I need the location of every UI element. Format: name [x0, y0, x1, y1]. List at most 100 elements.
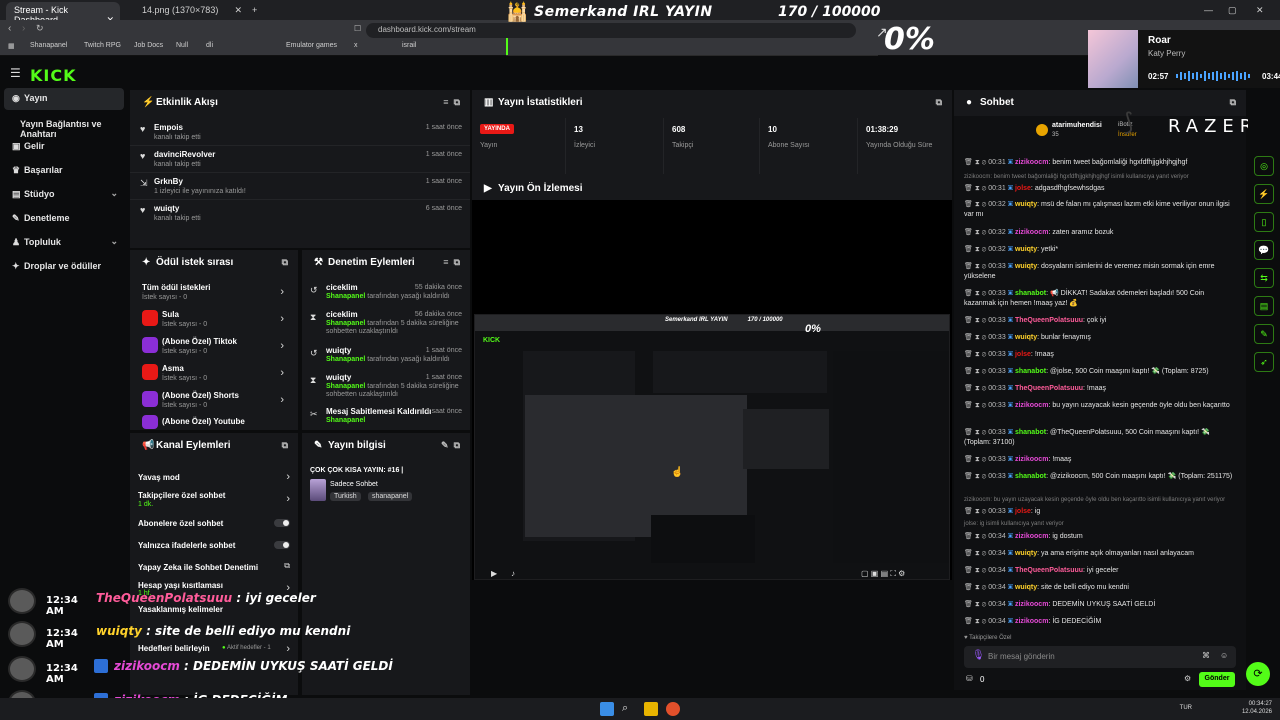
- mod-tools-icon[interactable]: 🗑 ⧗ ⊘: [964, 584, 988, 591]
- chat-message[interactable]: 🗑 ⧗ ⊘ 00:33 ▣ shanabot: 📢 DİKKAT! Sadaka…: [964, 289, 1234, 309]
- chat-message[interactable]: 🗑 ⧗ ⊘ 00:33 ▣ TheQueenPolatsuuu: çok iyi: [964, 316, 1234, 326]
- bookmark-item[interactable]: Shanapanel: [30, 42, 67, 49]
- chat-message[interactable]: 🗑 ⧗ ⊘ 00:34 ▣ zizikoocm: İG DEDECİĞİM: [964, 617, 1234, 627]
- mod-tools-icon[interactable]: 🗑 ⧗ ⊘: [964, 567, 988, 574]
- mod-tools-icon[interactable]: 🗑 ⧗ ⊘: [964, 533, 988, 540]
- browser-tab-kick[interactable]: Stream - Kick Dashboard✕: [6, 2, 120, 25]
- mod-tools-icon[interactable]: 🗑 ⧗ ⊘: [964, 201, 988, 208]
- mod-tools-icon[interactable]: 🗑 ⧗ ⊘: [964, 263, 988, 270]
- link-icon[interactable]: ⇆: [1254, 268, 1274, 288]
- popout-icon[interactable]: ⧉: [282, 440, 288, 451]
- sidebar-item-achievements[interactable]: ♛ Başarılar: [4, 160, 124, 182]
- chat-message[interactable]: 🗑 ⧗ ⊘ 00:33 ▣ shanabot: @zizikoocm, 500 …: [964, 472, 1234, 482]
- bookmark-icon[interactable]: ☐: [354, 24, 361, 33]
- mod-tools-icon[interactable]: 🗑 ⧗ ⊘: [964, 334, 988, 341]
- browser-tab-image[interactable]: 14.png (1370×783) ✕: [134, 2, 248, 20]
- apps-icon[interactable]: ▦: [8, 42, 15, 50]
- followers-only-row[interactable]: Takipçilere özel sohbet 1 dk. ›: [130, 489, 298, 513]
- bookmark-item[interactable]: x: [354, 42, 358, 49]
- emote-only-row[interactable]: Yalnızca ifadelerle sohbet: [130, 537, 298, 555]
- rocket-icon[interactable]: ➶: [1254, 352, 1274, 372]
- chat-username[interactable]: jolse: [1015, 508, 1031, 515]
- chat-username[interactable]: jolse: [1015, 351, 1031, 358]
- mod-tools-icon[interactable]: 🗑 ⧗ ⊘: [964, 601, 988, 608]
- chat-message[interactable]: 🗑 ⧗ ⊘ 00:33 ▣ shanabot: @TheQueenPolatsu…: [964, 428, 1234, 448]
- mod-tools-icon[interactable]: 🗑 ⧗ ⊘: [964, 317, 988, 324]
- bookmark-item[interactable]: israil: [402, 42, 416, 49]
- chat-message[interactable]: 🗑 ⧗ ⊘ 00:33 ▣ jolse: ig: [964, 507, 1234, 517]
- chat-username[interactable]: zizikoocm: [1015, 601, 1048, 608]
- player-controls[interactable]: ▢ ▣ ▤ ⛶ ⚙: [861, 569, 905, 579]
- filter-icon[interactable]: ≡: [443, 97, 448, 107]
- mod-tools-icon[interactable]: 🗑 ⧗ ⊘: [964, 402, 988, 409]
- viewer-list-icon[interactable]: ⛁: [966, 674, 973, 683]
- list-item[interactable]: (Abone Özel) Youtube: [130, 415, 298, 430]
- bookmark-item[interactable]: Twitch RPG: [84, 42, 121, 49]
- mod-tools-icon[interactable]: 🗑 ⧗ ⊘: [964, 159, 988, 166]
- reload-icon[interactable]: ↻: [36, 23, 44, 34]
- bookmark-item[interactable]: Null: [176, 42, 188, 49]
- window-close-icon[interactable]: ✕: [1248, 2, 1272, 20]
- popout-icon[interactable]: ⧉: [1230, 97, 1236, 108]
- chat-username[interactable]: jolse: [1015, 185, 1031, 192]
- emoji-icon[interactable]: ☺: [1220, 651, 1228, 660]
- microphone-icon[interactable]: 🎙: [972, 650, 985, 661]
- chat-username[interactable]: wuiqty: [1015, 550, 1037, 557]
- send-button[interactable]: Gönder: [1199, 672, 1235, 687]
- forward-icon[interactable]: ›: [22, 23, 25, 34]
- wrench-icon[interactable]: ✎: [1254, 324, 1274, 344]
- camera-icon[interactable]: ◎: [1254, 156, 1274, 176]
- popout-icon[interactable]: ⧉: [282, 257, 288, 268]
- chat-message[interactable]: 🗑 ⧗ ⊘ 00:33 ▣ shanabot: @jolse, 500 Coin…: [964, 367, 1234, 377]
- chat-username[interactable]: shanabot: [1015, 429, 1046, 436]
- chat-username[interactable]: zizikoocm: [1015, 402, 1048, 409]
- chat-username[interactable]: zizikoocm: [1015, 456, 1048, 463]
- close-icon[interactable]: ✕: [234, 5, 242, 16]
- mod-tools-icon[interactable]: 🗑 ⧗ ⊘: [964, 508, 988, 515]
- chat-message[interactable]: 🗑 ⧗ ⊘ 00:33 ▣ zizikoocm: !maaş: [964, 455, 1234, 465]
- chat-username[interactable]: shanabot: [1015, 368, 1046, 375]
- sidebar-item-studio[interactable]: ▤ Stüdyo ⌄: [4, 184, 124, 206]
- chat-message[interactable]: 🗑 ⧗ ⊘ 00:32 ▣ zizikoocm: zaten aramız bo…: [964, 228, 1234, 238]
- chat-username[interactable]: wuiqty: [1015, 584, 1037, 591]
- chat-username[interactable]: shanabot: [1015, 290, 1046, 297]
- maximize-icon[interactable]: ▢: [1220, 2, 1245, 20]
- chat-message[interactable]: 🗑 ⧗ ⊘ 00:31 ▣ jolse: adgasdfhgfsewhsdgas: [964, 184, 1234, 194]
- mod-tools-icon[interactable]: 🗑 ⧗ ⊘: [964, 246, 988, 253]
- popout-icon[interactable]: ⧉: [454, 257, 460, 267]
- filter-icon[interactable]: ≡: [443, 257, 448, 267]
- chat-bubble-icon[interactable]: 💬: [1254, 240, 1274, 260]
- mod-tools-icon[interactable]: 🗑 ⧗ ⊘: [964, 368, 988, 375]
- list-item[interactable]: (Abone Özel) Shorts İstek sayısı - 0 ›: [130, 388, 298, 414]
- list-item[interactable]: Asma İstek sayısı - 0 ›: [130, 361, 298, 387]
- chat-username[interactable]: wuiqty: [1015, 246, 1037, 253]
- windows-start-icon[interactable]: [600, 702, 614, 716]
- chat-username[interactable]: zizikoocm: [1015, 159, 1048, 166]
- banned-words-row[interactable]: Yasaklanmış kelimeler: [130, 603, 298, 621]
- chat-input[interactable]: Bir mesaj gönderin: [964, 646, 1236, 668]
- chat-username[interactable]: TheQueenPolatsuuu: [1015, 385, 1083, 392]
- sidebar-item-stream-key[interactable]: Yayın Bağlantısı ve Anahtarı: [4, 114, 124, 139]
- mod-tools-icon[interactable]: 🗑 ⧗ ⊘: [964, 618, 988, 625]
- chat-message[interactable]: 🗑 ⧗ ⊘ 00:34 ▣ wuiqty: ya ama erişime açı…: [964, 549, 1234, 559]
- mod-tools-icon[interactable]: 🗑 ⧗ ⊘: [964, 429, 988, 436]
- mod-tools-icon[interactable]: 🗑 ⧗ ⊘: [964, 456, 988, 463]
- chat-message[interactable]: 🗑 ⧗ ⊘ 00:33 ▣ wuiqty: dosyaların isimler…: [964, 262, 1234, 282]
- sidebar-item-stream[interactable]: ◉ Yayın: [4, 88, 124, 110]
- search-icon[interactable]: ⌕: [622, 702, 636, 716]
- chat-username[interactable]: zizikoocm: [1015, 618, 1048, 625]
- mod-tools-icon[interactable]: 🗑 ⧗ ⊘: [964, 229, 988, 236]
- mod-tools-icon[interactable]: 🗑 ⧗ ⊘: [964, 351, 988, 358]
- bookmark-item[interactable]: Job Docs: [134, 42, 163, 49]
- command-icon[interactable]: ⌘: [1202, 651, 1210, 660]
- browser-icon[interactable]: [666, 702, 680, 716]
- mod-tools-icon[interactable]: 🗑 ⧗ ⊘: [964, 550, 988, 557]
- chat-username[interactable]: zizikoocm: [1015, 533, 1048, 540]
- new-tab-icon[interactable]: +: [250, 2, 264, 20]
- subscribers-only-row[interactable]: Abonelere özel sohbet: [130, 515, 298, 533]
- mod-tools-icon[interactable]: 🗑 ⧗ ⊘: [964, 185, 988, 192]
- back-icon[interactable]: ‹: [8, 23, 11, 34]
- menu-icon[interactable]: ☰: [10, 66, 21, 80]
- sidebar-item-revenue[interactable]: ▣ Gelir: [4, 136, 124, 158]
- chat-username[interactable]: wuiqty: [1015, 263, 1037, 270]
